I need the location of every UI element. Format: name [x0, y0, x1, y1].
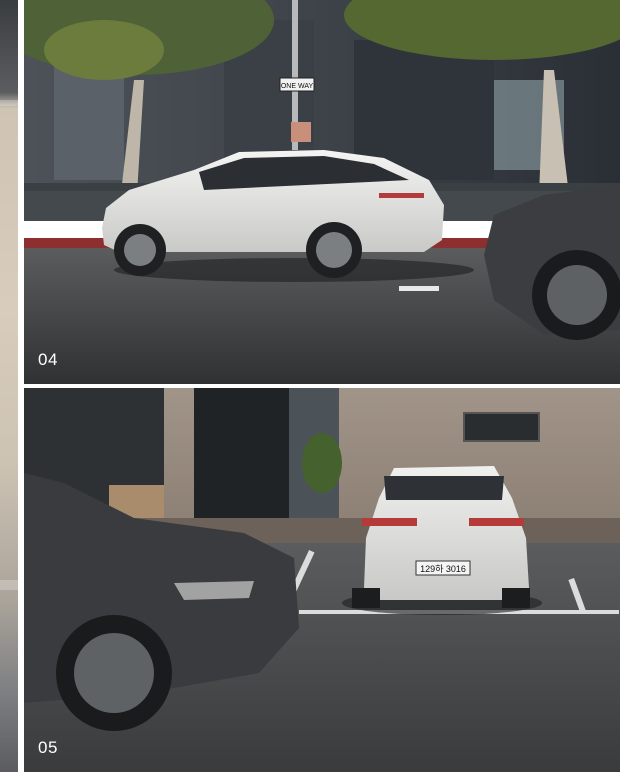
panel-number-label: 04 — [38, 350, 58, 369]
photo-panel-05: 129하 3016 05 — [24, 388, 620, 772]
street-scene-photo: ONE WAY — [24, 0, 620, 384]
panel-number-label: 05 — [38, 738, 58, 757]
parking-scene-photo: 129하 3016 — [24, 388, 620, 772]
license-plate: 129하 3016 — [420, 564, 466, 574]
photo-panel-04: ONE WAY 04 — [24, 0, 620, 384]
one-way-sign: ONE WAY — [281, 83, 314, 90]
left-photo-strip — [0, 0, 18, 772]
